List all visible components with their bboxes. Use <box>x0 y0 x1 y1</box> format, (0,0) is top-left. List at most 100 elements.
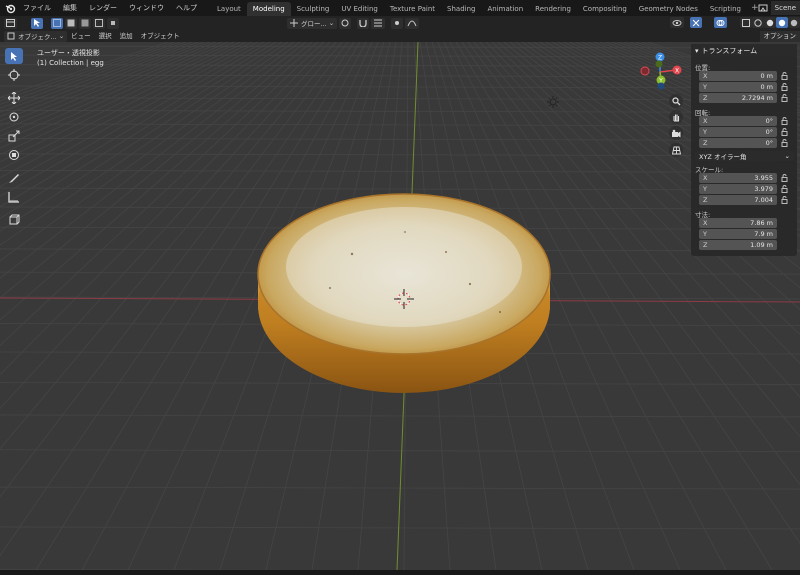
lock-icon[interactable] <box>780 139 788 147</box>
overlay-toggle-button[interactable] <box>714 17 727 28</box>
lock-icon[interactable] <box>780 185 788 193</box>
intersect-icon <box>111 21 115 25</box>
scale-z-field[interactable]: Z 7.004 <box>699 195 777 205</box>
snap-toggle-button[interactable] <box>357 17 370 29</box>
panel-title: トランスフォーム <box>701 46 758 55</box>
add-cube-tool[interactable] <box>5 212 23 228</box>
zoom-button[interactable] <box>669 94 683 108</box>
gizmo-toggle-button[interactable] <box>690 17 702 28</box>
lock-icon[interactable] <box>780 174 788 182</box>
editor-type-button[interactable] <box>4 17 17 29</box>
lock-icon[interactable] <box>780 128 788 136</box>
panel-header[interactable]: ▾ トランスフォーム <box>691 44 797 57</box>
camera-view-button[interactable] <box>669 126 683 140</box>
shading-material-button[interactable] <box>776 17 788 28</box>
tab-animation[interactable]: Animation <box>481 2 529 16</box>
eye-icon <box>672 19 682 26</box>
chevron-down-icon: ⌄ <box>58 32 65 40</box>
rendered-sphere-icon <box>790 19 798 26</box>
rotate-tool[interactable] <box>5 109 23 125</box>
shading-rendered-button[interactable] <box>788 17 800 28</box>
select-mode-extend-button[interactable] <box>65 17 77 29</box>
tab-layout[interactable]: Layout <box>211 2 247 16</box>
location-x-field[interactable]: X0 m <box>699 71 777 81</box>
pan-button[interactable] <box>669 110 683 124</box>
move-tool[interactable] <box>5 90 23 106</box>
menu-file[interactable]: ファイル <box>17 0 57 16</box>
select-mode-new-button[interactable] <box>51 17 63 29</box>
transform-orientation-dropdown[interactable]: グロー... ⌄ <box>287 17 338 29</box>
shading-solid-button[interactable] <box>764 17 776 28</box>
rotation-z-field[interactable]: Z 0° <box>699 138 777 148</box>
menu-help[interactable]: ヘルプ <box>170 0 203 16</box>
scene-selector[interactable]: Scene <box>758 1 800 15</box>
location-y-field[interactable]: Y0 m <box>699 82 777 92</box>
location-z-field[interactable]: Z 2.7294 m <box>699 93 777 103</box>
tab-modeling[interactable]: Modeling <box>246 1 291 16</box>
lock-icon[interactable] <box>780 72 788 80</box>
magnet-icon <box>359 20 367 27</box>
select-box-tool[interactable] <box>5 48 23 64</box>
tab-scripting[interactable]: Scripting <box>704 2 747 16</box>
dimensions-y-field[interactable]: Y 7.9 m <box>699 229 777 239</box>
scale-x-field[interactable]: X 3.955 <box>699 173 777 183</box>
collection-info: (1) Collection | egg <box>37 59 104 67</box>
lock-icon[interactable] <box>780 196 788 204</box>
menu-select[interactable]: 選択 <box>95 30 116 42</box>
dimensions-z-field[interactable]: Z 1.09 m <box>699 240 777 250</box>
menu-edit[interactable]: 編集 <box>57 0 83 16</box>
menu-window[interactable]: ウィンドウ <box>123 0 170 16</box>
blender-logo-icon[interactable] <box>3 1 17 15</box>
annotate-tool[interactable] <box>5 170 23 186</box>
proportional-edit-button[interactable] <box>391 17 404 29</box>
pivot-point-button[interactable] <box>339 17 352 29</box>
select-tool-button[interactable] <box>31 17 43 29</box>
lock-icon[interactable] <box>780 94 788 102</box>
mode-dropdown[interactable]: オブジェク... ⌄ <box>4 30 68 42</box>
view-name: ユーザー・透視投影 <box>37 49 100 57</box>
select-mode-invert-button[interactable] <box>93 17 105 29</box>
select-mode-subtract-button[interactable] <box>79 17 91 29</box>
tab-uv-editing[interactable]: UV Editing <box>335 2 384 16</box>
3d-viewport[interactable]: Z X Y ユーザー・透視投影 (1) Collection | egg <box>0 42 800 570</box>
magnifier-icon <box>671 96 680 105</box>
object-mode-icon <box>7 32 15 40</box>
rotation-x-field[interactable]: X 0° <box>699 116 777 126</box>
lock-icon[interactable] <box>780 83 788 91</box>
menu-view[interactable]: ビュー <box>67 30 95 42</box>
rotation-y-field[interactable]: Y 0° <box>699 127 777 137</box>
rotation-mode-dropdown[interactable]: XYZ オイラー角 ⌄ <box>695 151 794 161</box>
dimensions-x-field[interactable]: X 7.86 m <box>699 218 777 228</box>
subtract-icon <box>81 19 89 27</box>
gizmo-neg-y-handle[interactable] <box>655 60 663 68</box>
tab-compositing[interactable]: Compositing <box>577 2 633 16</box>
solid-sphere-icon <box>766 19 774 26</box>
falloff-dropdown[interactable] <box>405 17 420 29</box>
menu-render[interactable]: レンダー <box>83 0 123 16</box>
viewport-tool-header: グロー... ⌄ <box>0 16 800 30</box>
pivot-icon <box>341 19 349 27</box>
menu-object[interactable]: オブジェクト <box>137 30 184 42</box>
tab-geometry-nodes[interactable]: Geometry Nodes <box>633 2 704 16</box>
tab-rendering[interactable]: Rendering <box>529 2 577 16</box>
perspective-toggle-button[interactable] <box>669 143 683 157</box>
tab-sculpting[interactable]: Sculpting <box>291 2 336 16</box>
visibility-dropdown[interactable] <box>670 17 684 28</box>
select-mode-intersect-button[interactable] <box>107 17 119 29</box>
shading-wireframe-button[interactable] <box>752 17 764 28</box>
cursor-tool[interactable] <box>5 67 23 83</box>
snap-target-dropdown[interactable] <box>371 17 386 29</box>
tab-shading[interactable]: Shading <box>441 2 481 16</box>
options-button[interactable]: オプション <box>759 31 800 42</box>
lock-icon[interactable] <box>780 117 788 125</box>
scale-y-field[interactable]: Y 3.979 <box>699 184 777 194</box>
gizmo-neg-x-handle[interactable] <box>640 66 650 76</box>
tab-texture-paint[interactable]: Texture Paint <box>384 2 441 16</box>
gizmo-z-label: Z <box>658 55 662 62</box>
scale-tool[interactable] <box>5 128 23 144</box>
transform-tool[interactable] <box>5 147 23 163</box>
gizmo-neg-z-handle[interactable] <box>657 82 665 90</box>
menu-add[interactable]: 追加 <box>116 30 137 42</box>
measure-tool[interactable] <box>5 189 23 205</box>
xray-toggle-button[interactable] <box>740 17 752 28</box>
